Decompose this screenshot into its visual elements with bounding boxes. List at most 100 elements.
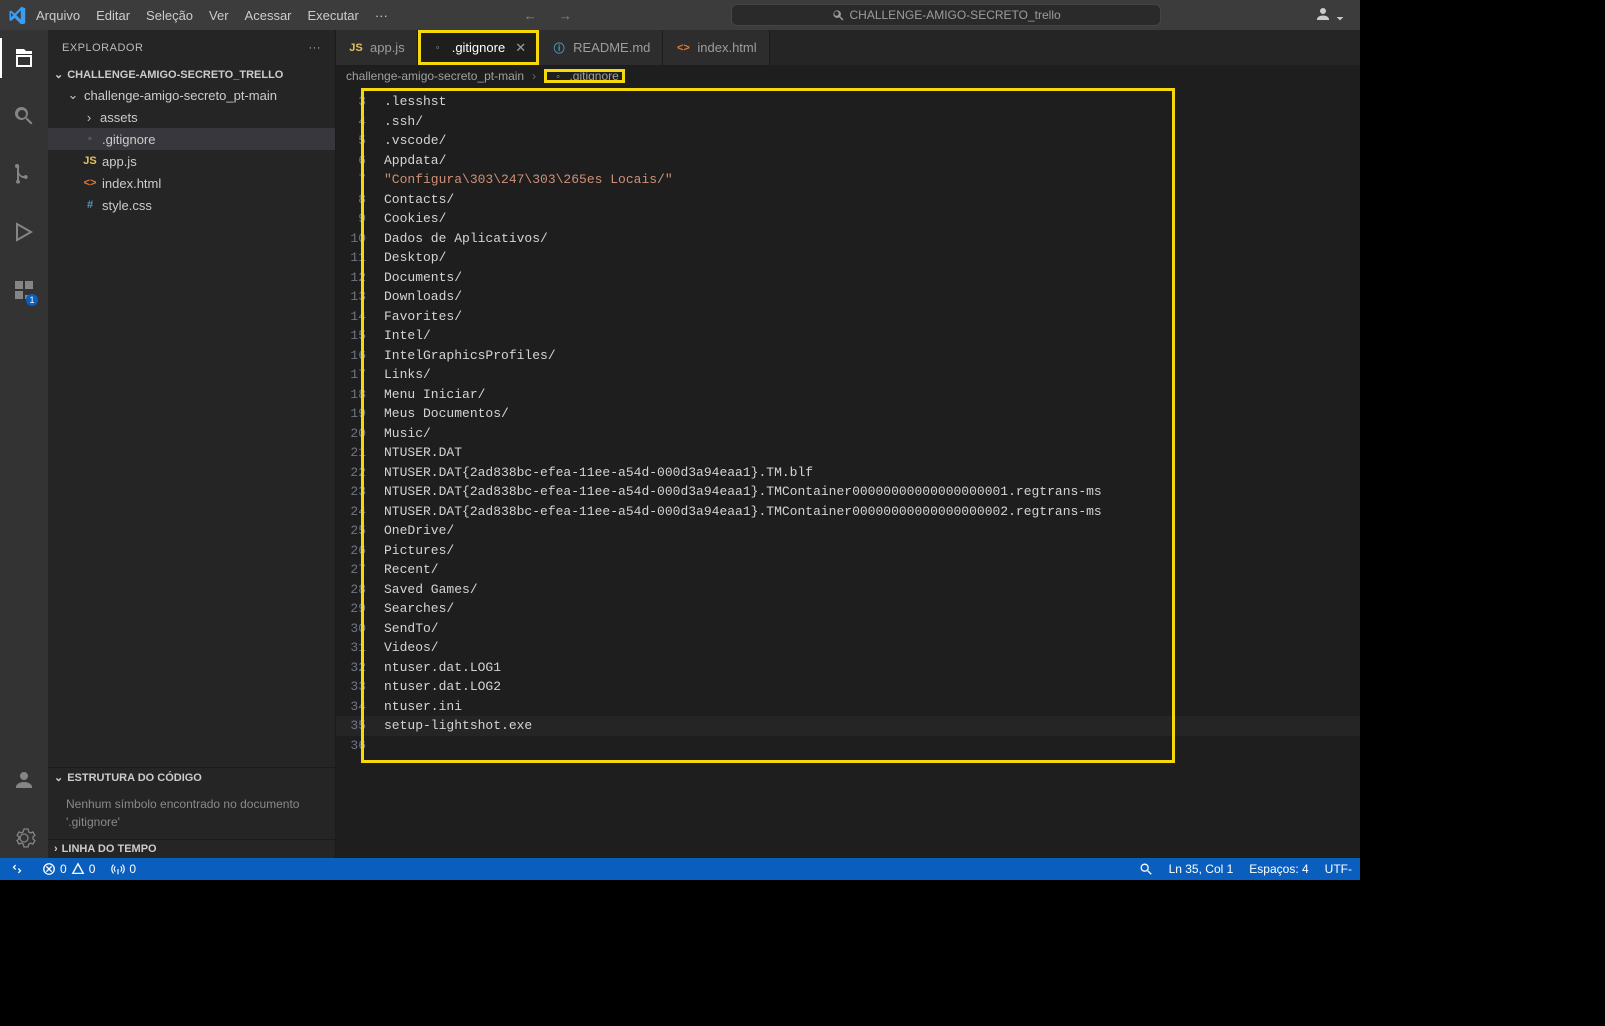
tree-file-row[interactable]: #style.css (48, 194, 335, 216)
project-section-header[interactable]: ⌄ CHALLENGE-AMIGO-SECRETO_TRELLO (48, 65, 335, 84)
code-line[interactable]: 24NTUSER.DAT{2ad838bc-efea-11ee-a54d-000… (336, 502, 1360, 522)
code-line[interactable]: 20Music/ (336, 424, 1360, 444)
code-line[interactable]: 11Desktop/ (336, 248, 1360, 268)
code-text: Saved Games/ (384, 580, 478, 600)
line-number: 7 (336, 170, 384, 190)
code-line[interactable]: 12Documents/ (336, 268, 1360, 288)
code-line[interactable]: 28Saved Games/ (336, 580, 1360, 600)
code-line[interactable]: 8Contacts/ (336, 190, 1360, 210)
html-file-icon: <> (82, 177, 98, 189)
code-text: Desktop/ (384, 248, 446, 268)
chevron-right-icon: › (82, 110, 96, 125)
tab--gitignore[interactable]: ◦.gitignore✕ (418, 30, 539, 65)
line-number: 34 (336, 697, 384, 717)
code-line[interactable]: 22NTUSER.DAT{2ad838bc-efea-11ee-a54d-000… (336, 463, 1360, 483)
code-line[interactable]: 25OneDrive/ (336, 521, 1360, 541)
menu-acessar[interactable]: Acessar (237, 4, 300, 27)
line-number: 31 (336, 638, 384, 658)
timeline-header[interactable]: › LINHA DO TEMPO (48, 840, 335, 858)
menu-executar[interactable]: Executar (300, 4, 367, 27)
editor-viewport[interactable]: 3.lesshst4.ssh/5.vscode/6Appdata/7"Confi… (336, 87, 1360, 858)
activity-settings[interactable] (0, 818, 48, 858)
code-line[interactable]: 23NTUSER.DAT{2ad838bc-efea-11ee-a54d-000… (336, 482, 1360, 502)
nav-back-button[interactable]: ← (518, 6, 543, 25)
command-center: CHALLENGE-AMIGO-SECRETO_trello (580, 4, 1313, 26)
code-line[interactable]: 9Cookies/ (336, 209, 1360, 229)
code-line[interactable]: 10Dados de Aplicativos/ (336, 229, 1360, 249)
sidebar-header: EXPLORADOR ··· (48, 30, 335, 65)
line-number: 21 (336, 443, 384, 463)
activity-explorer[interactable] (0, 38, 48, 78)
menu-editar[interactable]: Editar (88, 4, 138, 27)
tree-folder-row[interactable]: ›assets (48, 106, 335, 128)
activity-search[interactable] (0, 96, 48, 136)
menu-items: ArquivoEditarSeleçãoVerAcessarExecutar··… (28, 4, 396, 27)
activity-scm[interactable] (0, 154, 48, 194)
command-center-input[interactable]: CHALLENGE-AMIGO-SECRETO_trello (731, 4, 1161, 26)
tree-folder-row[interactable]: ⌄ challenge-amigo-secreto_pt-main (48, 84, 335, 106)
tree-file-row[interactable]: <>index.html (48, 172, 335, 194)
code-line[interactable]: 13Downloads/ (336, 287, 1360, 307)
folder-label: challenge-amigo-secreto_pt-main (84, 88, 277, 103)
activity-run-debug[interactable] (0, 212, 48, 252)
code-text: Documents/ (384, 268, 462, 288)
menu-arquivo[interactable]: Arquivo (28, 4, 88, 27)
code-line[interactable]: 26Pictures/ (336, 541, 1360, 561)
code-line[interactable]: 16IntelGraphicsProfiles/ (336, 346, 1360, 366)
tree-file-row[interactable]: ◦.gitignore (48, 128, 335, 150)
code-line[interactable]: 29Searches/ (336, 599, 1360, 619)
sidebar-more-button[interactable]: ··· (309, 42, 322, 54)
outline-empty-text: Nenhum símbolo encontrado no documento '… (48, 787, 335, 839)
code-line[interactable]: 17Links/ (336, 365, 1360, 385)
status-encoding[interactable]: UTF- (1317, 858, 1360, 880)
tab-app-js[interactable]: JSapp.js (336, 30, 418, 65)
status-zoom[interactable] (1131, 858, 1161, 880)
code-line[interactable]: 19Meus Documentos/ (336, 404, 1360, 424)
code-line[interactable]: 6Appdata/ (336, 151, 1360, 171)
code-line[interactable]: 15Intel/ (336, 326, 1360, 346)
breadcrumb-item[interactable]: ◦ .gitignore (544, 69, 625, 83)
code-line[interactable]: 30SendTo/ (336, 619, 1360, 639)
sidebar-title: EXPLORADOR (62, 42, 143, 54)
menu-ver[interactable]: Ver (201, 4, 237, 27)
code-line[interactable]: 33ntuser.dat.LOG2 (336, 677, 1360, 697)
activity-account[interactable] (0, 760, 48, 800)
code-line[interactable]: 3.lesshst (336, 92, 1360, 112)
code-line[interactable]: 35setup-lightshot.exe (336, 716, 1360, 736)
html-file-icon: <> (675, 42, 691, 54)
outline-header[interactable]: ⌄ ESTRUTURA DO CÓDIGO (48, 768, 335, 787)
code-line[interactable]: 32ntuser.dat.LOG1 (336, 658, 1360, 678)
code-line[interactable]: 27Recent/ (336, 560, 1360, 580)
code-text: NTUSER.DAT{2ad838bc-efea-11ee-a54d-000d3… (384, 482, 1102, 502)
tab-index-html[interactable]: <>index.html (663, 30, 769, 65)
status-indent[interactable]: Espaços: 4 (1241, 858, 1316, 880)
status-cursor[interactable]: Ln 35, Col 1 (1161, 858, 1242, 880)
tab-README-md[interactable]: ⓘREADME.md (539, 30, 663, 65)
activity-extensions[interactable]: 1 (0, 270, 48, 310)
line-number: 36 (336, 736, 384, 756)
menu-···[interactable]: ··· (367, 4, 396, 27)
breadcrumb-item[interactable]: challenge-amigo-secreto_pt-main (346, 69, 524, 83)
code-line[interactable]: 7"Configura\303\247\303\265es Locais/" (336, 170, 1360, 190)
close-icon[interactable]: ✕ (515, 40, 526, 56)
code-line[interactable]: 18Menu Iniciar/ (336, 385, 1360, 405)
code-line[interactable]: 31Videos/ (336, 638, 1360, 658)
code-line[interactable]: 34ntuser.ini (336, 697, 1360, 717)
code-line[interactable]: 14Favorites/ (336, 307, 1360, 327)
line-number: 4 (336, 112, 384, 132)
account-icon[interactable] (1314, 5, 1344, 26)
status-ports[interactable]: 0 (103, 858, 144, 880)
line-number: 15 (336, 326, 384, 346)
line-number: 16 (336, 346, 384, 366)
nav-forward-button[interactable]: → (553, 6, 578, 25)
code-line[interactable]: 36 (336, 736, 1360, 756)
remote-button[interactable] (0, 858, 34, 880)
code-line[interactable]: 5.vscode/ (336, 131, 1360, 151)
tree-file-row[interactable]: JSapp.js (48, 150, 335, 172)
breadcrumbs[interactable]: challenge-amigo-secreto_pt-main › ◦ .git… (336, 65, 1360, 87)
menu-seleção[interactable]: Seleção (138, 4, 201, 27)
code-line[interactable]: 21NTUSER.DAT (336, 443, 1360, 463)
css-file-icon: # (82, 199, 98, 211)
status-problems[interactable]: 0 0 (34, 858, 103, 880)
code-line[interactable]: 4.ssh/ (336, 112, 1360, 132)
